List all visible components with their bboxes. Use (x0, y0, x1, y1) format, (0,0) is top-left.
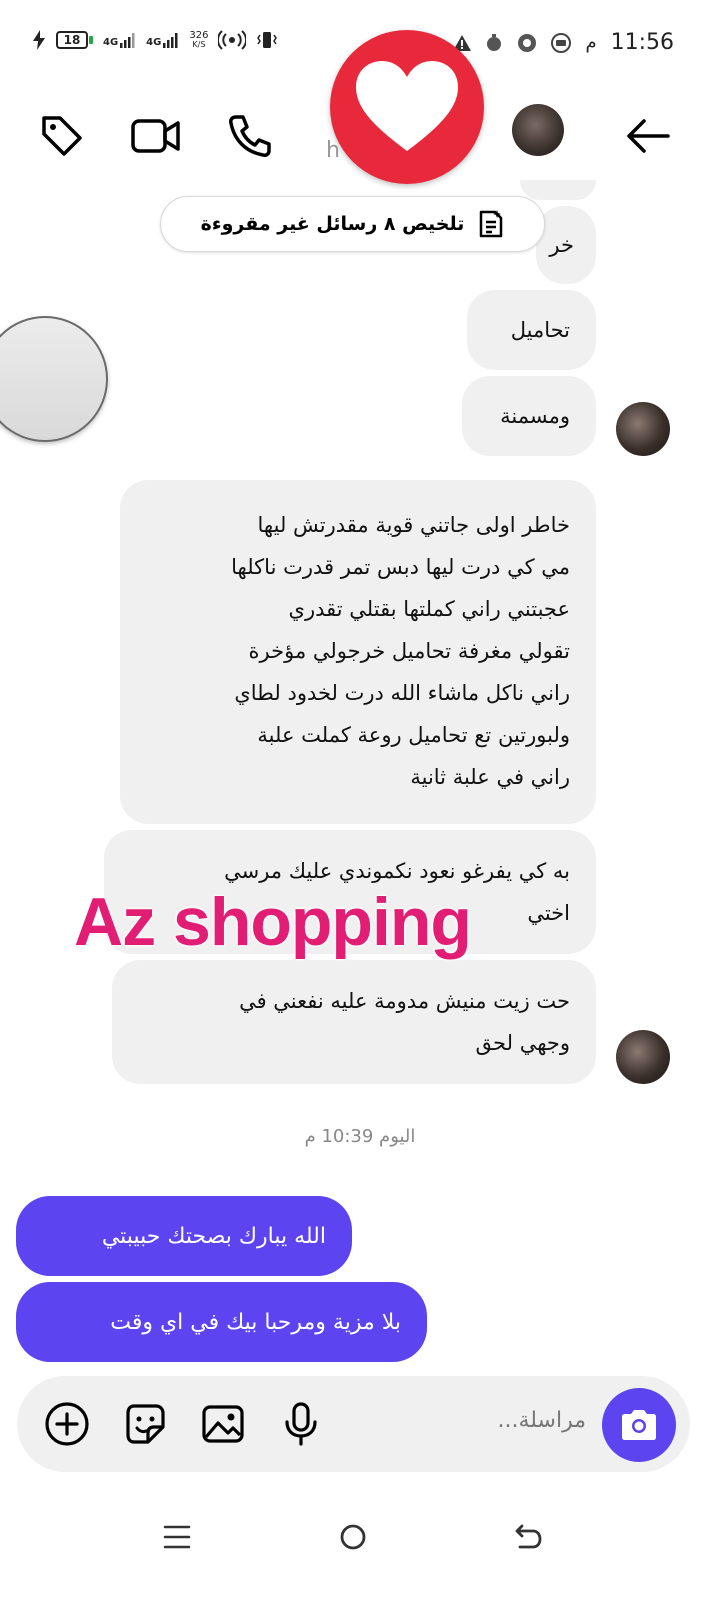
tag-icon[interactable] (36, 110, 88, 162)
message-text: الله يبارك بصحتك حبيبتي (101, 1223, 326, 1249)
camera-icon (622, 1410, 656, 1440)
message-bubble: حت زيت منيش مدومة عليه نفعني في وجهي لحق (112, 960, 596, 1084)
message-bubble: خاطر اولى جاتني قوية مقدرتش ليها مي كي د… (120, 480, 596, 824)
microphone-icon[interactable] (277, 1400, 325, 1448)
phone-call-icon[interactable] (224, 110, 276, 162)
date-separator: اليوم 10:39 م (304, 1126, 416, 1147)
sender-avatar[interactable] (616, 402, 670, 456)
sticker-icon[interactable] (121, 1400, 169, 1448)
message-line: راني في علبة ثانية (410, 765, 570, 789)
message-line: مي كي درت ليها دبس تمر قدرت ناكلها (231, 555, 570, 579)
message-bubble: تحاميل (467, 290, 596, 370)
camera-button[interactable] (602, 1388, 676, 1462)
gallery-icon[interactable] (199, 1400, 247, 1448)
signal-bars-icon (120, 33, 135, 48)
contact-avatar[interactable] (512, 104, 564, 156)
summary-label: تلخيص ٨ رسائل غير مقروءة (200, 213, 465, 235)
status-time: 11:56 (610, 30, 674, 55)
sent-message-bubble: الله يبارك بصحتك حبيبتي (16, 1196, 352, 1276)
sender-avatar[interactable] (616, 1030, 670, 1084)
status-left: 18 4G 4G 326 K/S (32, 30, 278, 50)
sent-message-bubble: بلا مزية ومرحبا بيك في اي وقت (16, 1282, 427, 1362)
back-arrow-icon[interactable] (622, 110, 674, 162)
data-speed: 326 K/S (189, 31, 208, 49)
message-bubble-partial (520, 180, 596, 200)
message-line: حت زيت منيش مدومة عليه نفعني في (239, 989, 570, 1013)
vibrate-icon (257, 32, 278, 48)
message-bubble: خر (536, 206, 596, 284)
menu-icon[interactable] (152, 1512, 202, 1562)
timer-icon (487, 33, 502, 51)
signal-4g-1: 4G (103, 32, 136, 48)
message-line: وجهي لحق (475, 1031, 570, 1055)
add-icon[interactable] (43, 1400, 91, 1448)
back-icon[interactable] (504, 1512, 554, 1562)
signal-4g-2: 4G (146, 32, 179, 48)
media-notification-icon (551, 32, 572, 53)
message-line: خاطر اولى جاتني قوية مقدرتش ليها (257, 513, 570, 537)
summary-doc-icon (480, 210, 503, 238)
message-line: عجبتني راني كملتها بقتلي تقدري (288, 597, 570, 621)
time-suffix: م (585, 32, 597, 53)
network-type-2: 4G (146, 37, 162, 48)
message-line: ولبورتين تع تحاميل روعة كملت علبة (257, 723, 570, 747)
home-icon[interactable] (328, 1512, 378, 1562)
app-notification-icon (518, 33, 537, 52)
floating-bubble[interactable] (0, 316, 108, 442)
message-bubble: ومسمنة (462, 376, 596, 456)
signal-bars-icon (163, 33, 178, 48)
status-right: م 11:56 (453, 30, 674, 55)
message-composer: مراسلة... (17, 1376, 690, 1472)
heart-icon (330, 30, 484, 184)
charging-icon (33, 30, 45, 50)
message-text: ومسمنة (500, 404, 570, 428)
watermark-text: Az shopping (74, 884, 472, 960)
network-type-1: 4G (103, 37, 119, 48)
battery-level: 18 (56, 31, 88, 49)
message-input[interactable]: مراسلة... (497, 1408, 586, 1433)
message-line: راني ناكل ماشاء الله درت لخدود لطاي (234, 681, 570, 705)
system-nav-bar (0, 1490, 720, 1600)
battery-icon: 18 (56, 31, 93, 49)
hotspot-icon (218, 30, 247, 50)
message-text: خر (549, 233, 574, 257)
video-call-icon[interactable] (130, 110, 182, 162)
speed-unit: K/S (192, 40, 206, 49)
message-line: تقولي مغرفة تحاميل خرجولي مؤخرة (248, 639, 570, 663)
summarize-unread-button[interactable]: تلخيص ٨ رسائل غير مقروءة (160, 196, 545, 252)
message-text: تحاميل (510, 318, 570, 342)
message-text: بلا مزية ومرحبا بيك في اي وقت (110, 1309, 401, 1335)
